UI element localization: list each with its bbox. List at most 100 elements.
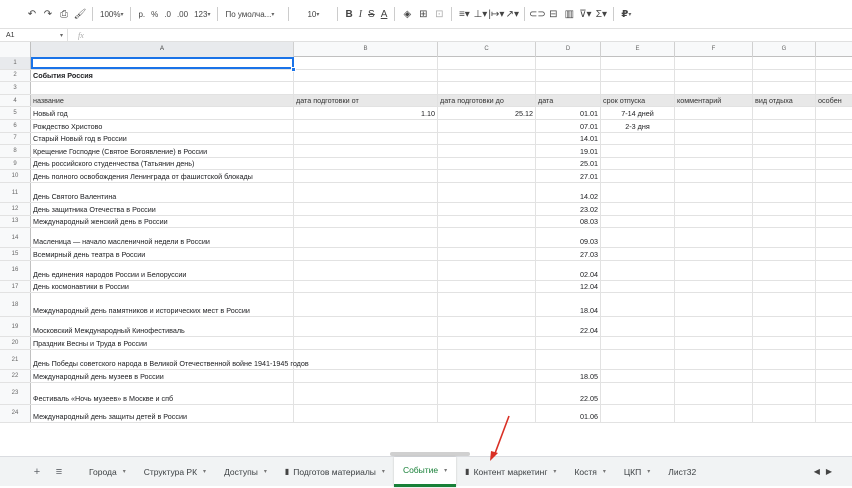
table-cell[interactable] [816, 203, 852, 215]
table-cell[interactable] [816, 145, 852, 157]
table-cell[interactable]: Международный день защиты детей в России [31, 404, 294, 422]
comment-icon[interactable]: ⊟ [545, 4, 561, 24]
sheet-tab[interactable]: ЦКП ▾ [615, 457, 659, 487]
table-cell[interactable] [675, 337, 753, 349]
table-cell[interactable] [294, 293, 438, 317]
text-color-button[interactable]: A [378, 4, 391, 24]
filter-icon[interactable]: ⊽▾ [577, 4, 593, 24]
font-size-select[interactable]: 10 [293, 4, 333, 24]
table-cell[interactable] [816, 337, 852, 349]
table-cell[interactable]: Фестиваль «Ночь музеев» в Москве и спб [31, 382, 294, 404]
table-cell[interactable]: 22.05 [536, 382, 601, 404]
table-cell[interactable]: 23.02 [536, 203, 601, 215]
table-cell[interactable] [294, 248, 438, 260]
table-cell[interactable] [816, 281, 852, 293]
table-cell[interactable] [816, 317, 852, 336]
row-header[interactable]: 17 [0, 280, 31, 293]
table-cell[interactable] [601, 215, 675, 228]
table-cell[interactable]: Международный день музеев в России [31, 370, 294, 382]
table-cell[interactable] [294, 370, 438, 382]
chevron-down-icon[interactable]: ▾ [264, 468, 267, 475]
table-cell[interactable] [675, 404, 753, 422]
link-icon[interactable]: ⊂⊃ [529, 4, 546, 24]
table-cell[interactable] [601, 248, 675, 260]
table-cell[interactable] [294, 228, 438, 248]
table-cell[interactable]: 01.01 [536, 107, 601, 119]
table-cell[interactable] [294, 132, 438, 145]
table-cell[interactable] [601, 317, 675, 337]
table-cell[interactable] [601, 404, 675, 422]
table-cell[interactable] [675, 145, 753, 157]
row-header[interactable]: 10 [0, 170, 31, 182]
table-cell[interactable] [294, 317, 438, 337]
table-cell[interactable]: Рождество Христово [31, 120, 294, 132]
vertical-align-icon[interactable]: ⊥▾ [472, 4, 488, 24]
table-cell[interactable]: Праздник Весны и Труда в России [31, 337, 294, 349]
table-cell[interactable]: День Святого Валентина [31, 183, 294, 202]
row-header[interactable]: 21 [0, 350, 31, 369]
sheet-tab[interactable]: Доступы ▾ [215, 457, 276, 487]
table-cell[interactable] [753, 57, 816, 69]
table-cell[interactable] [816, 133, 852, 145]
table-cell[interactable] [753, 404, 816, 422]
table-cell[interactable] [675, 69, 753, 82]
table-cell[interactable] [753, 157, 816, 170]
chevron-down-icon[interactable]: ▾ [203, 468, 206, 475]
table-cell[interactable] [601, 260, 675, 280]
table-cell[interactable] [438, 203, 536, 215]
text-wrap-icon[interactable]: |↦▾ [488, 4, 504, 24]
table-cell[interactable] [753, 170, 816, 182]
row-header[interactable]: 2 [0, 69, 31, 82]
table-cell[interactable] [816, 170, 852, 182]
table-cell[interactable] [816, 370, 852, 382]
table-cell[interactable]: 7-14 дней [601, 107, 675, 119]
table-cell[interactable] [294, 215, 438, 228]
table-cell[interactable] [675, 248, 753, 260]
table-cell[interactable] [816, 120, 852, 132]
chevron-down-icon[interactable]: ▾ [444, 467, 447, 474]
table-cell[interactable] [816, 183, 852, 202]
table-cell[interactable]: 27.03 [536, 248, 601, 260]
table-cell[interactable]: День космонавтики в России [31, 280, 294, 293]
row-header[interactable]: 24 [0, 404, 31, 422]
table-cell[interactable] [536, 69, 601, 82]
table-cell[interactable] [536, 350, 601, 369]
table-cell[interactable] [816, 248, 852, 260]
sheet-tab[interactable]: Костя ▾ [565, 457, 614, 487]
all-sheets-button[interactable]: ≡ [48, 461, 70, 483]
column-header-d[interactable]: D [536, 42, 601, 57]
sheet-tab[interactable]: Города ▾ [80, 457, 135, 487]
table-cell[interactable] [438, 157, 536, 170]
row-header[interactable]: 18 [0, 293, 31, 317]
table-cell[interactable] [675, 120, 753, 132]
table-cell[interactable] [438, 260, 536, 280]
table-cell[interactable] [753, 317, 816, 337]
row-header[interactable]: 7 [0, 132, 31, 145]
row-header[interactable]: 15 [0, 248, 31, 260]
table-cell[interactable] [294, 170, 438, 182]
input-tools-button[interactable]: ₽ [618, 4, 634, 24]
table-cell[interactable] [816, 383, 852, 404]
table-cell[interactable] [675, 57, 753, 69]
row-header[interactable]: 13 [0, 215, 31, 228]
column-header-a[interactable]: A [31, 42, 294, 57]
table-cell[interactable] [601, 132, 675, 145]
table-cell[interactable] [675, 203, 753, 215]
table-cell[interactable] [816, 293, 852, 316]
currency-format-button[interactable]: р. [135, 4, 148, 24]
table-cell[interactable] [675, 170, 753, 182]
row-header[interactable]: 14 [0, 228, 31, 248]
table-cell[interactable]: Старый Новый год в России [31, 132, 294, 145]
table-cell[interactable] [675, 228, 753, 248]
table-cell[interactable] [294, 350, 438, 369]
table-cell[interactable] [438, 248, 536, 260]
chevron-down-icon[interactable]: ▾ [647, 468, 650, 475]
table-cell[interactable] [816, 82, 852, 94]
table-cell[interactable] [675, 157, 753, 170]
table-cell[interactable]: комментарий [675, 94, 753, 107]
table-cell[interactable]: 1.10 [294, 107, 438, 119]
table-cell[interactable] [601, 82, 675, 94]
table-cell[interactable] [294, 203, 438, 215]
table-cell[interactable] [601, 337, 675, 349]
column-header-e[interactable]: E [601, 42, 675, 57]
